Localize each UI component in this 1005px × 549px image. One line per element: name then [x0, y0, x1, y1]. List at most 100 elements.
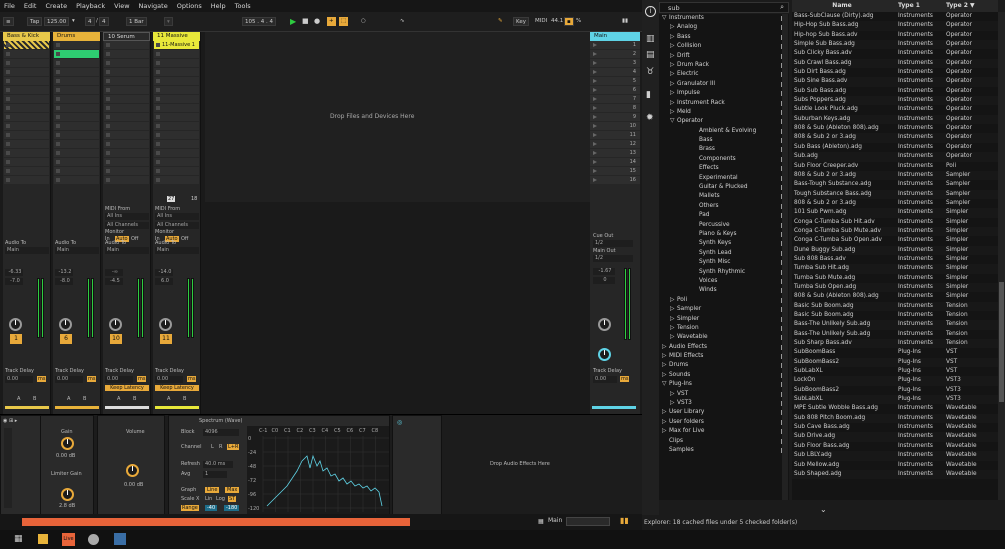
tap-button[interactable]: Tap	[27, 17, 43, 26]
tree-item[interactable]: Voices✓	[659, 277, 789, 286]
tree-item[interactable]: ▷ Sounds	[659, 371, 789, 380]
tree-item[interactable]: ▷Tension✓	[659, 324, 789, 333]
track-delay-field[interactable]: 0.00	[5, 376, 33, 383]
result-row[interactable]: Conga C-Tumba Sub Hit.adv Instruments Simp…	[792, 218, 998, 227]
tree-item[interactable]: ▷Granulator III✓	[659, 80, 789, 89]
clip-slot[interactable]	[54, 77, 99, 85]
track-delay-field[interactable]: 0.00	[55, 376, 83, 383]
keep-latency-button[interactable]: Keep Latency	[155, 385, 199, 391]
arrangement-position[interactable]: 105 . 4 . 4	[242, 17, 276, 26]
tree-item[interactable]: ▷Drum Rack✓	[659, 61, 789, 70]
expand-icon[interactable]: ▷	[662, 361, 669, 370]
main-delay-unit[interactable]: ms	[620, 376, 630, 382]
pan-field[interactable]: 6.0	[155, 278, 173, 285]
result-row[interactable]: Conga C-Tumba Sub Open.adv Instruments Sim…	[792, 236, 998, 245]
clip-slot[interactable]	[104, 104, 149, 112]
menu-options[interactable]: Options	[177, 2, 202, 10]
expand-icon[interactable]: ▷	[670, 305, 677, 314]
clip-slot[interactable]	[4, 149, 49, 157]
tree-item[interactable]: ▷Analog✓	[659, 23, 789, 32]
result-row[interactable]: Sub.adg Instruments Operator	[792, 152, 998, 162]
track-stop-row[interactable]	[4, 186, 49, 196]
result-row[interactable]: Simple Sub Bass.adg Instruments Operator	[792, 40, 998, 50]
track-header[interactable]: Drums	[53, 32, 100, 41]
clip-slot[interactable]	[4, 131, 49, 139]
result-row[interactable]: Subtle Look Pluck.adg Instruments Operator	[792, 105, 998, 114]
scene-launch[interactable]: 16	[590, 176, 640, 184]
delay-unit[interactable]: ms	[87, 376, 97, 382]
scene-launch[interactable]: 3	[590, 59, 640, 67]
tree-item[interactable]: ▽Operator✓	[659, 117, 789, 126]
audio-to-dropdown[interactable]: Main	[5, 247, 49, 254]
result-row[interactable]: Sub Sharp Bass.adv Instruments Tension	[792, 339, 998, 349]
result-row[interactable]: Sub Sine Bass.adv Instruments Operator	[792, 77, 998, 87]
tree-item[interactable]: ▷Collision✓	[659, 42, 789, 51]
tree-item[interactable]: Synth Rhythmic✓	[659, 268, 789, 277]
monitor-off[interactable]: Off	[131, 236, 138, 242]
tree-item[interactable]: Clips	[659, 437, 789, 446]
scene-launch[interactable]: 14	[590, 158, 640, 166]
record-icon[interactable]: ●	[312, 17, 322, 26]
volume-knob[interactable]	[126, 464, 139, 477]
scale-lin-button[interactable]: Lin	[205, 496, 212, 502]
expand-icon[interactable]: ▷	[662, 427, 669, 436]
tree-item[interactable]: Synth Lead✓	[659, 249, 789, 258]
result-row[interactable]: 101 Sub Pwm.adg Instruments Simpler	[792, 208, 998, 218]
tree-item[interactable]: Percussive✓	[659, 221, 789, 230]
result-row[interactable]: Sub 808 Pitch Boom.adg Instruments Wavetab…	[792, 413, 998, 424]
clip-slot[interactable]	[54, 131, 99, 139]
clip-slot[interactable]	[154, 122, 199, 130]
clip-slot[interactable]	[54, 50, 99, 58]
clip-slot[interactable]	[54, 59, 99, 67]
result-row[interactable]: Tumba Sub Open.adg Instruments Simpler	[792, 282, 998, 293]
clip-slot[interactable]	[4, 77, 49, 85]
clip-slot[interactable]	[154, 149, 199, 157]
tree-item[interactable]: ▷ MIDI Effects	[659, 352, 789, 361]
clip-slot[interactable]	[154, 158, 199, 166]
result-row[interactable]: Sub Dirt Bass.adg Instruments Operator	[792, 68, 998, 77]
clip-slot[interactable]	[4, 140, 49, 148]
tree-item[interactable]: ▷ Max for Live	[659, 427, 789, 436]
expand-icon[interactable]: ▷	[670, 99, 677, 108]
menu-edit[interactable]: Edit	[24, 2, 37, 10]
result-row[interactable]: Hip-hop Sub Bass.adv Instruments Operator	[792, 31, 998, 40]
expand-icon[interactable]: ▷	[670, 23, 677, 32]
result-row[interactable]: Subs Poppers.adg Instruments Operator	[792, 96, 998, 106]
expand-icon[interactable]: ▷	[670, 80, 677, 89]
clip-slot[interactable]	[154, 131, 199, 139]
result-row[interactable]: LockOn Plug-Ins VST3	[792, 376, 998, 386]
track-activator[interactable]: 1	[10, 334, 22, 344]
clip-slot[interactable]	[54, 95, 99, 103]
result-row[interactable]: Sub Drive.adg Instruments Wavetable	[792, 432, 998, 442]
clip-slot[interactable]	[154, 167, 199, 175]
volume-field[interactable]: -14.0	[155, 269, 173, 276]
volume-field[interactable]: -13.2	[55, 269, 73, 276]
clip-slot[interactable]	[4, 68, 49, 76]
app-icon-2[interactable]	[114, 533, 126, 545]
mask-icon[interactable]: ♉	[646, 67, 654, 77]
clip-slot[interactable]	[104, 158, 149, 166]
tree-scrollbar[interactable]	[782, 14, 788, 500]
menu-create[interactable]: Create	[45, 2, 67, 10]
key-map-button[interactable]: Key	[513, 17, 529, 26]
arrangement-overview[interactable]	[22, 518, 410, 526]
pan-knob[interactable]	[109, 318, 122, 331]
clip-slot[interactable]: 11-Massive 1	[154, 41, 199, 49]
expand-icon[interactable]: ▷	[662, 371, 669, 380]
cue-volume-knob[interactable]	[598, 318, 611, 331]
clip-slot[interactable]	[154, 104, 199, 112]
scene-launch[interactable]: 4	[590, 68, 640, 76]
channel-r-button[interactable]: R	[219, 444, 222, 450]
clip-slot[interactable]	[104, 122, 149, 130]
limiter-knob[interactable]	[61, 488, 74, 501]
scene-launch[interactable]: 15	[590, 167, 640, 175]
main-track-delay-field[interactable]: 0.00	[593, 376, 617, 383]
collections-icon[interactable]: ▥	[646, 34, 655, 44]
clip-slot[interactable]	[154, 77, 199, 85]
tree-item[interactable]: Mallets✓	[659, 192, 789, 201]
scene-launch[interactable]: 11	[590, 131, 640, 139]
midi-channel-dropdown[interactable]: All Channels	[155, 222, 199, 229]
expand-icon[interactable]: ▷	[670, 315, 677, 324]
clip-slot[interactable]	[104, 41, 149, 49]
tree-item[interactable]: Winds✓	[659, 286, 789, 295]
